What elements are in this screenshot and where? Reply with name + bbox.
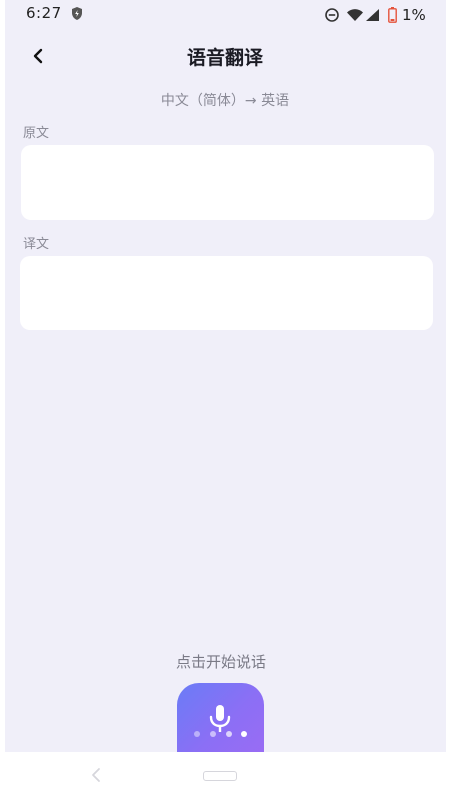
nav-home-icon[interactable] xyxy=(203,771,237,781)
voice-indicator-dot xyxy=(226,731,232,737)
source-text-field[interactable] xyxy=(21,145,434,220)
phone-screen: 6:27 1% 语音翻译 中文（简体）→ 英语 原文 译文 点击开始说话 xyxy=(0,0,450,800)
target-text-field[interactable] xyxy=(20,256,433,330)
battery-percent: 1% xyxy=(402,6,426,24)
microphone-button[interactable] xyxy=(177,683,264,757)
status-bar: 6:27 1% xyxy=(0,0,450,32)
voice-indicator-dot xyxy=(241,731,247,737)
shield-icon xyxy=(72,7,82,20)
nav-back-icon[interactable] xyxy=(88,766,104,784)
voice-indicator-dot xyxy=(210,731,216,737)
do-not-disturb-icon xyxy=(325,8,339,22)
target-text-box[interactable] xyxy=(20,256,433,330)
app-background xyxy=(5,0,446,752)
target-label: 译文 xyxy=(23,237,50,252)
page-title: 语音翻译 xyxy=(186,47,263,69)
status-time: 6:27 xyxy=(26,4,62,22)
source-label: 原文 xyxy=(23,126,50,141)
system-nav-bar xyxy=(0,752,450,800)
wifi-icon xyxy=(347,9,363,21)
start-speaking-hint: 点击开始说话 xyxy=(175,653,266,671)
cell-signal-icon xyxy=(366,9,379,21)
language-pair-selector[interactable]: 中文（简体）→ 英语 xyxy=(0,90,450,110)
source-text-box[interactable] xyxy=(21,145,434,220)
voice-indicator-dot xyxy=(194,731,200,737)
battery-icon xyxy=(388,7,397,23)
